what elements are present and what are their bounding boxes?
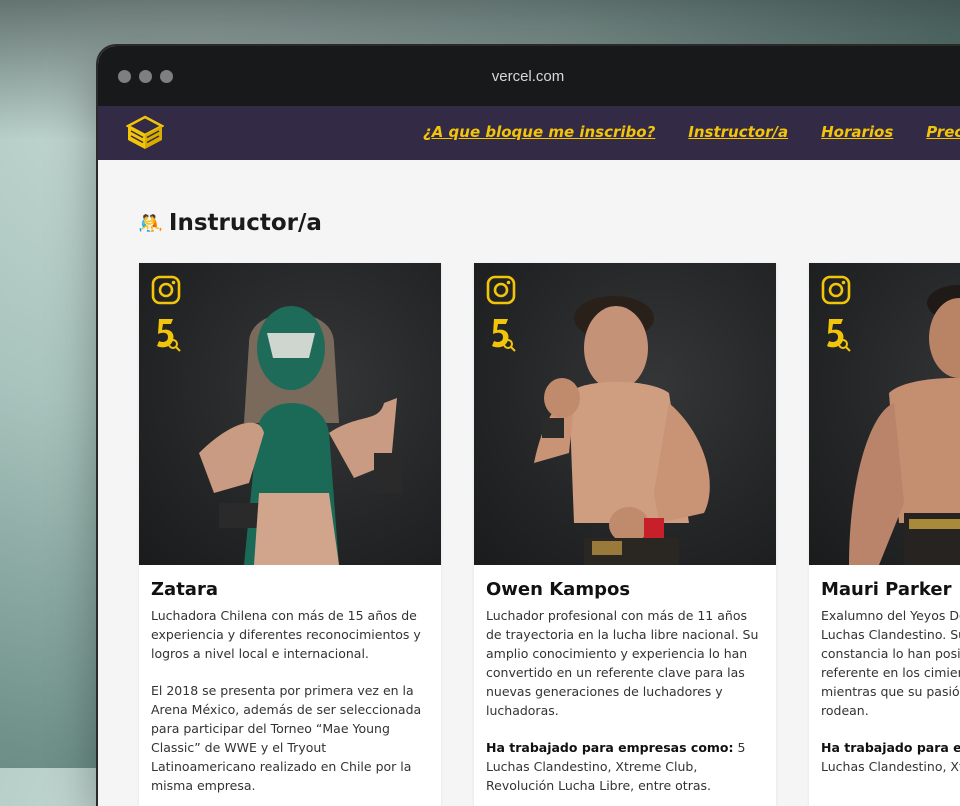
nav-link-horarios[interactable]: Horarios (821, 123, 893, 141)
section-heading: 🤼 Instructor/a (138, 210, 322, 236)
wrestler-photo-illustration (199, 306, 402, 565)
nav-link-instructor[interactable]: Instructor/a (688, 123, 788, 141)
instagram-icon[interactable] (486, 275, 516, 305)
wrestlers-emoji-icon: 🤼 (138, 211, 163, 235)
nav-link-bloque[interactable]: ¿A que bloque me inscribo? (423, 123, 655, 141)
bio-paragraph: El 2018 se presenta por primera vez en l… (151, 683, 422, 793)
wrestler-photo-illustration (849, 285, 960, 565)
instructor-photo (474, 263, 776, 565)
bio-paragraph: Ha trabajado para empresas como: 5 Lucha… (821, 738, 960, 776)
5luchas-icon[interactable] (823, 316, 851, 352)
instructor-card-mauri-parker: Mauri Parker Exalumno del Yeyos Dojo, co… (809, 263, 960, 806)
worked-label: Ha trabajado para empresas como: (486, 740, 734, 755)
browser-window: vercel.com ¿A que bloque me inscribo? In… (98, 46, 960, 806)
wrestler-photo-illustration (534, 296, 710, 565)
worked-label: Ha trabajado para empresas como: (821, 740, 960, 755)
instructor-bio: Luchadora Chilena con más de 15 años de … (151, 606, 429, 795)
bio-paragraph: Ha trabajado para empresas como: 5 Lucha… (486, 738, 764, 795)
page-title: Instructor/a (168, 210, 322, 236)
bio-paragraph: Luchadora Chilena con más de 15 años de … (151, 608, 421, 661)
nav-links: ¿A que bloque me inscribo? Instructor/a … (423, 123, 960, 141)
bio-paragraph: Exalumno del Yeyos Dojo, consolidado en … (821, 608, 960, 718)
instructor-photo (139, 263, 441, 565)
instagram-icon[interactable] (151, 275, 181, 305)
instructor-name: Owen Kampos (486, 579, 631, 600)
address-bar[interactable]: vercel.com (98, 68, 958, 85)
instructor-card-zatara: Zatara Luchadora Chilena con más de 15 a… (139, 263, 441, 806)
instructor-name: Zatara (151, 579, 218, 600)
bio-paragraph: Luchador profesional con más de 11 años … (486, 608, 759, 718)
instructor-bio: Luchador profesional con más de 11 años … (486, 606, 764, 795)
nav-link-precios[interactable]: Precios (926, 123, 960, 141)
wrestling-ring-logo-icon[interactable] (126, 115, 164, 151)
browser-titlebar: vercel.com (98, 46, 960, 106)
instagram-icon[interactable] (821, 275, 851, 305)
instructor-photo (809, 263, 960, 565)
site-navbar: ¿A que bloque me inscribo? Instructor/a … (98, 106, 960, 160)
instructor-name: Mauri Parker (821, 579, 952, 600)
5luchas-icon[interactable] (153, 316, 181, 352)
instructor-bio: Exalumno del Yeyos Dojo, consolidado en … (821, 606, 960, 776)
5luchas-icon[interactable] (488, 316, 516, 352)
instructor-card-owen-kampos: Owen Kampos Luchador profesional con más… (474, 263, 776, 806)
